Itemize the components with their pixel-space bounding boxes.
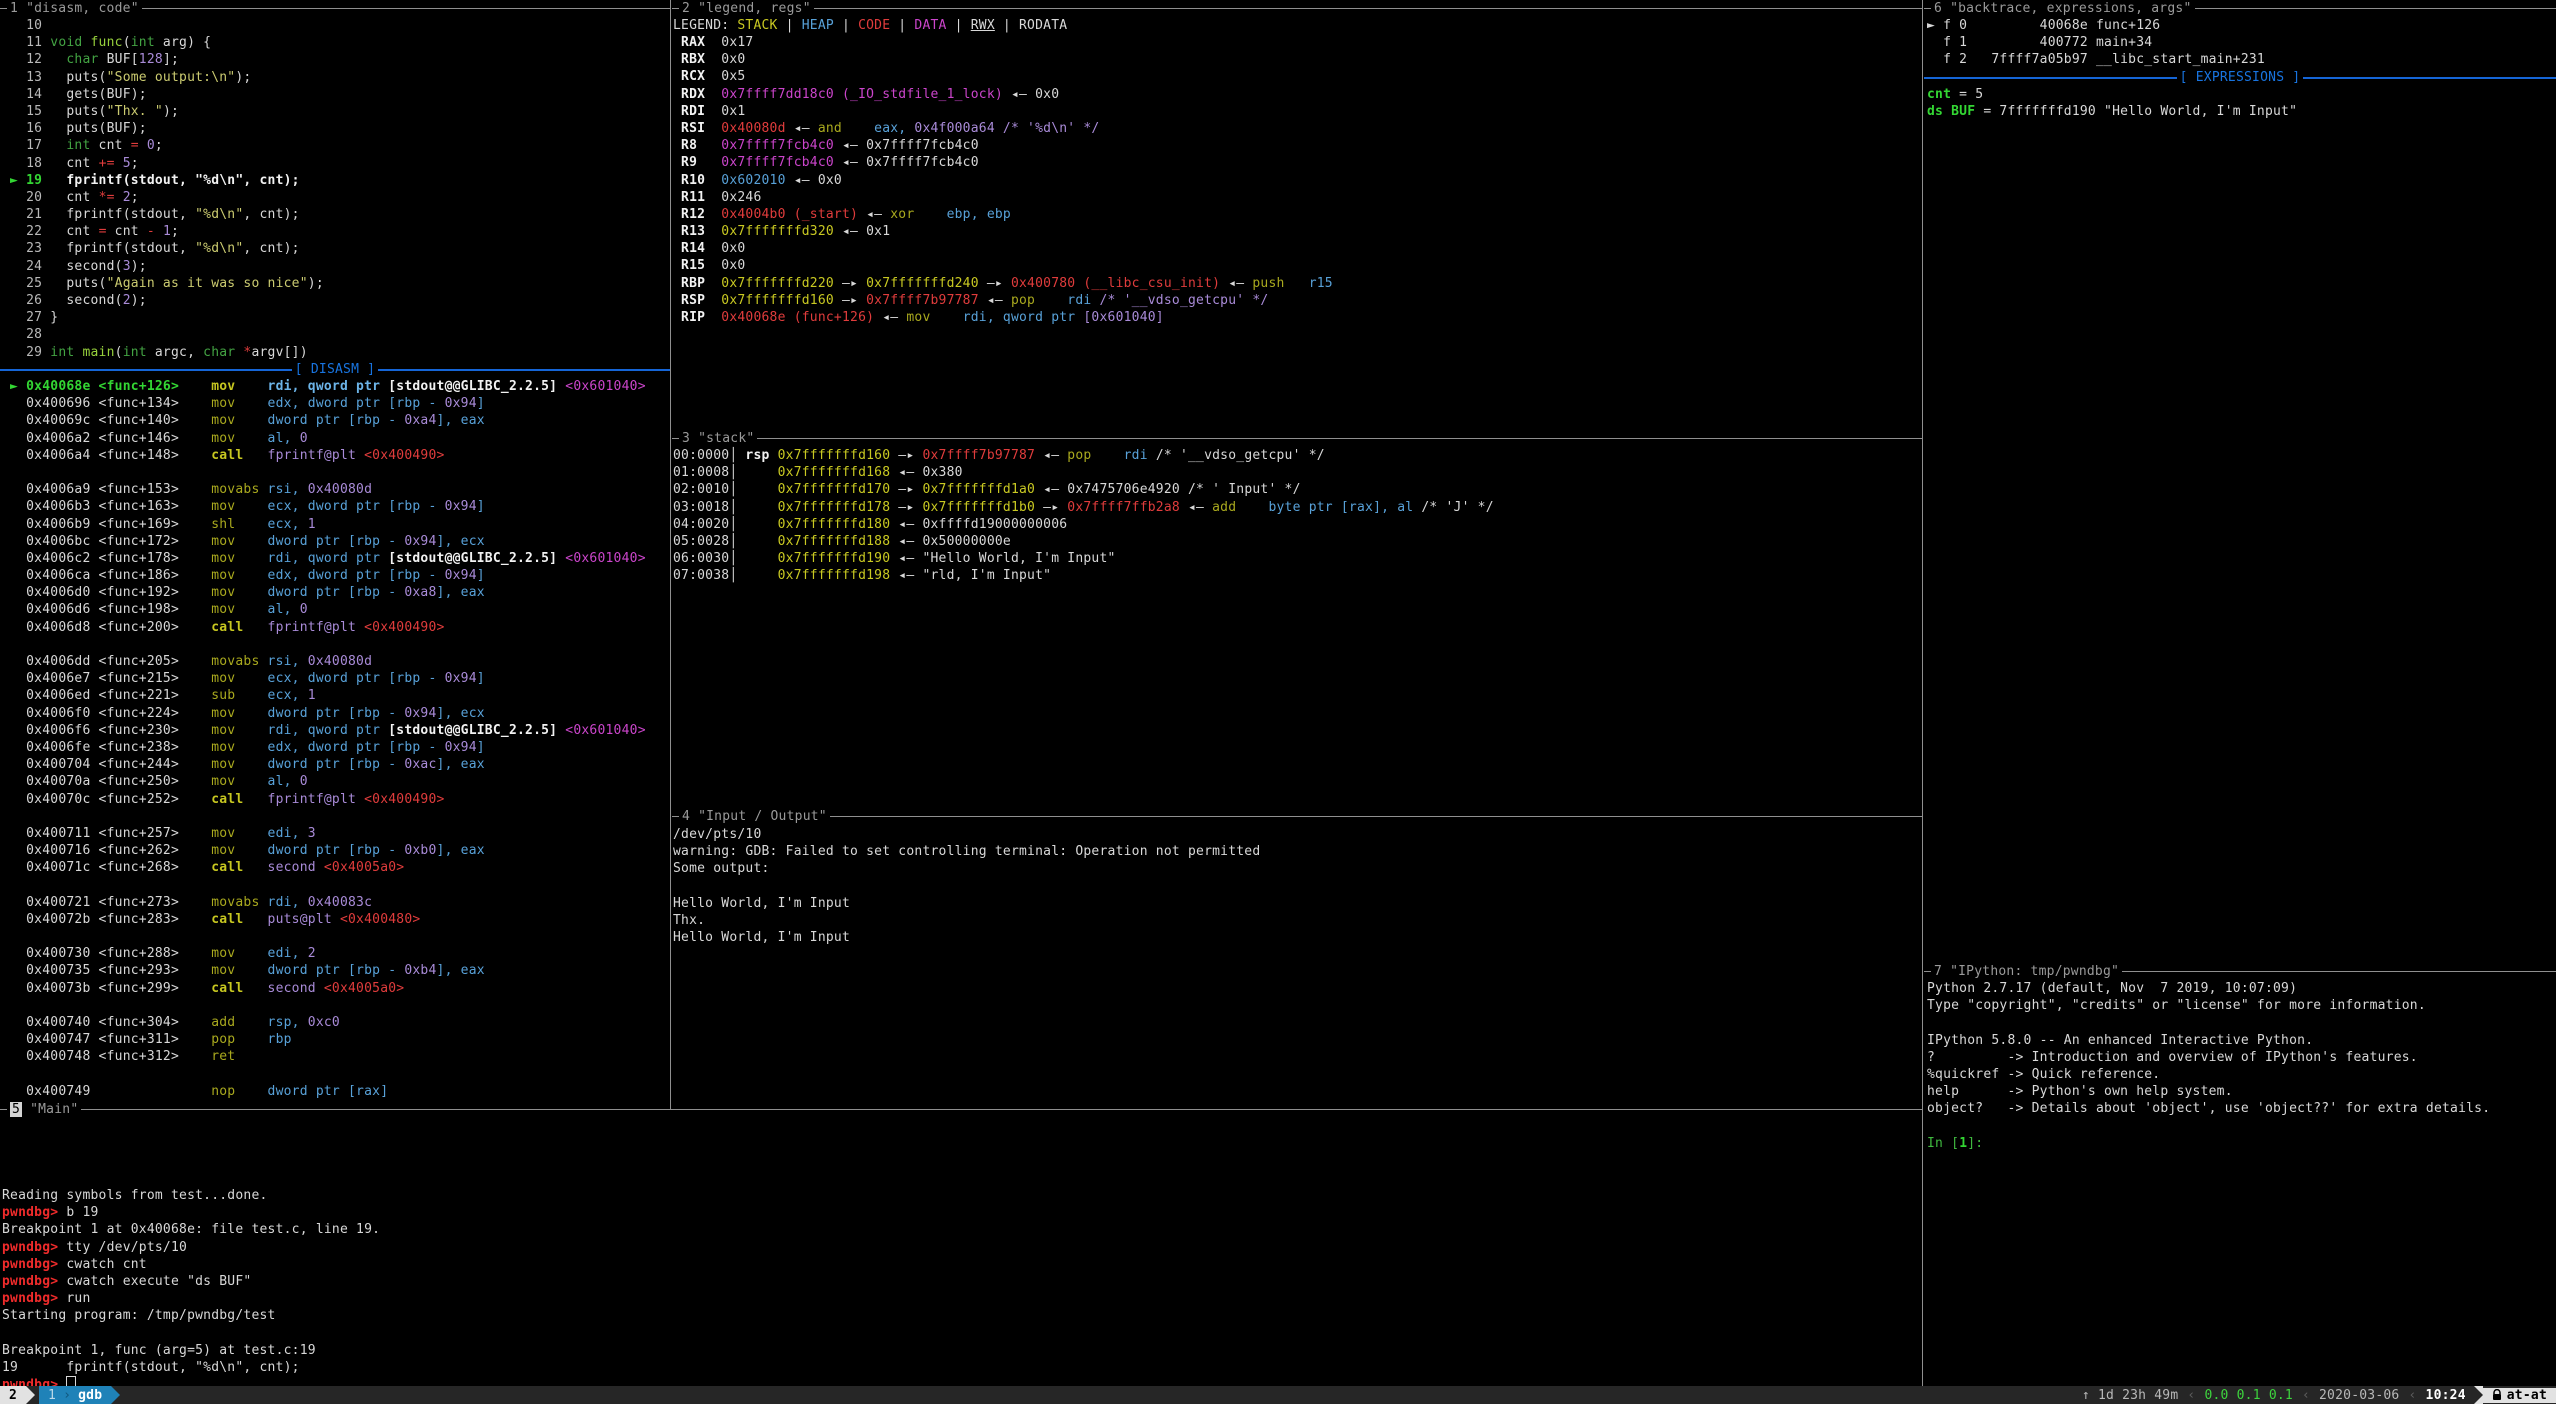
pane2-number: 2 [682, 1, 690, 16]
status-time: 10:24 [2426, 1388, 2466, 1403]
pane7-title-text: "IPython: tmp/pwndbg" [1950, 964, 2119, 979]
pane4-title-text: "Input / Output" [698, 809, 827, 824]
pane6-title: 6 "backtrace, expressions, args" [1924, 0, 2556, 17]
legend-line: LEGEND: STACK | HEAP | CODE | DATA | RWX… [673, 17, 1067, 34]
powerline-arrow-icon [111, 1386, 120, 1404]
chevron-left-icon: ‹ [2408, 1388, 2416, 1403]
registers-list: RAX 0x17 RBX 0x0 RCX 0x5 RDX 0x7ffff7dd1… [673, 34, 1333, 326]
stack-telescope: 00:0000│ rsp 0x7fffffffd160 —▸ 0x7ffff7b… [673, 447, 1494, 585]
hostname-badge: at-at [2483, 1388, 2556, 1403]
disasm-separator-label: [ DISASM ] [292, 361, 378, 378]
pane6-title-text: "backtrace, expressions, args" [1950, 1, 2191, 16]
gdb-console[interactable]: Reading symbols from test...done.pwndbg>… [2, 1187, 380, 1393]
backtrace-frames: ► f 0 40068e func+126 f 1 400772 main+34… [1927, 17, 2265, 69]
program-io-output: /dev/pts/10warning: GDB: Failed to set c… [673, 826, 1260, 946]
hostname: at-at [2507, 1388, 2547, 1403]
pane5-border-line [0, 1109, 1922, 1110]
pane4-number: 4 [682, 809, 690, 824]
pane1-number: 1 [10, 1, 18, 16]
lock-icon [2492, 1389, 2502, 1401]
tmux-status-bar: 2 1 › gdb ↑ 1d 23h 49m ‹ 0.0 0.1 0.1 ‹ 2… [0, 1386, 2556, 1404]
pane-border-vertical-left[interactable] [670, 0, 671, 1109]
pane7-number: 7 [1934, 964, 1942, 979]
source-code-listing: 10 11 void func(int arg) { 12 char BUF[1… [2, 17, 324, 361]
chevron-left-icon: ‹ [2302, 1388, 2310, 1403]
pane1-title: 1 "disasm, code" [0, 0, 670, 17]
pane2-title-text: "legend, regs" [698, 1, 811, 16]
watch-expressions: cnt = 5ds BUF = 7fffffffd190 "Hello Worl… [1927, 86, 2297, 120]
up-arrow-icon: ↑ [2082, 1388, 2090, 1403]
powerline-arrow-icon [2474, 1386, 2483, 1404]
disasm-separator: [ DISASM ] [0, 361, 670, 378]
window-tab-gdb[interactable]: 1 › gdb [39, 1386, 111, 1404]
chevron-right-icon: › [63, 1388, 71, 1403]
pane5-title-text: "Main" [30, 1102, 78, 1117]
window-name: gdb [78, 1388, 102, 1403]
chevron-left-icon: ‹ [2187, 1388, 2195, 1403]
pane4-title: 4 "Input / Output" [672, 808, 1922, 825]
pane1-title-text: "disasm, code" [26, 1, 139, 16]
expressions-separator: [ EXPRESSIONS ] [1924, 69, 2556, 86]
pane3-title-text: "stack" [698, 431, 754, 446]
disassembly-listing: ► 0x40068e <func+126> mov rdi, qword ptr… [2, 378, 646, 1100]
status-date: 2020-03-06 [2319, 1388, 2399, 1403]
pane5-title: 5 "Main" [0, 1101, 1922, 1118]
pane2-title: 2 "legend, regs" [672, 0, 1922, 17]
pane6-number: 6 [1934, 1, 1942, 16]
pane2-border-line [672, 8, 1922, 9]
pane3-title: 3 "stack" [672, 430, 1922, 447]
pane4-border-line [672, 816, 1922, 817]
tmux-screen: 1 "disasm, code" 10 11 void func(int arg… [0, 0, 2556, 1404]
expressions-separator-label: [ EXPRESSIONS ] [2177, 69, 2304, 86]
powerline-arrow-icon [26, 1386, 35, 1404]
uptime-value: 1d 23h 49m [2098, 1388, 2178, 1403]
pane3-number: 3 [682, 431, 690, 446]
pane-border-vertical-right[interactable] [1922, 0, 1923, 1386]
ipython-console[interactable]: Python 2.7.17 (default, Nov 7 2019, 10:0… [1927, 980, 2490, 1152]
session-badge[interactable]: 2 [0, 1386, 26, 1404]
pane5-number-active: 5 [10, 1102, 22, 1117]
window-index: 1 [48, 1388, 56, 1403]
load-average: 0.0 0.1 0.1 [2204, 1388, 2293, 1403]
pane7-title: 7 "IPython: tmp/pwndbg" [1924, 963, 2556, 980]
pane3-border-line [672, 438, 1922, 439]
uptime-indicator: ↑ 1d 23h 49m [2082, 1388, 2179, 1403]
